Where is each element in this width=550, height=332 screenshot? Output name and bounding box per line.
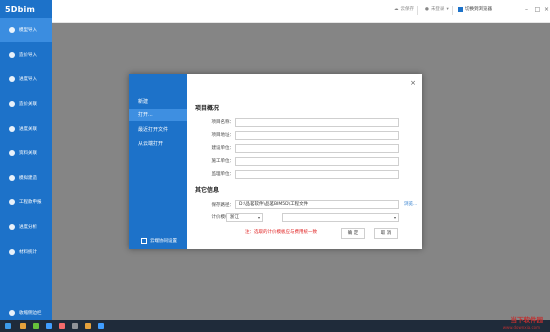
app-icon[interactable]: [59, 323, 65, 329]
save-path-input[interactable]: D:\品茗软件\品茗BIM5D\工程文件: [235, 200, 399, 209]
taskbar: [0, 320, 550, 332]
cloud-icon: ☁: [394, 6, 399, 12]
watermark-title: 当下软件园: [510, 316, 544, 324]
sidebar-item-cost-link[interactable]: 造价关联: [0, 92, 52, 116]
user-login-button[interactable]: ● 未登录 ▾: [425, 6, 449, 13]
divider: [417, 6, 418, 15]
app-icon[interactable]: [33, 323, 39, 329]
sidebar-item-payment[interactable]: 工程款申报: [0, 190, 52, 214]
link-icon: [9, 101, 15, 107]
lock-icon: [141, 238, 147, 244]
user-icon: ●: [425, 6, 429, 12]
owner-unit-input[interactable]: [235, 144, 399, 153]
app-icon[interactable]: [72, 323, 78, 329]
project-name-input[interactable]: [235, 118, 399, 127]
ok-button[interactable]: 确 定: [341, 228, 365, 239]
sidebar-item-simulation[interactable]: 模拟建造: [0, 166, 52, 190]
app-icon[interactable]: [46, 323, 52, 329]
link-icon: [9, 126, 15, 132]
section-title-overview: 项目概况: [195, 105, 220, 112]
cloud-save-button[interactable]: ☁ 云保存: [394, 6, 414, 13]
browser-icon: [458, 6, 463, 12]
divider: [452, 6, 453, 15]
payment-icon: [9, 199, 15, 205]
analysis-icon: [9, 224, 15, 230]
maximize-icon[interactable]: □: [533, 5, 542, 14]
app-icon[interactable]: [20, 323, 26, 329]
field-label: 项目名称：: [211, 120, 235, 125]
cancel-button[interactable]: 取 消: [374, 228, 398, 239]
field-label: 保存路径：: [211, 203, 235, 208]
field-label: 施工单位：: [211, 159, 235, 164]
collapse-sidebar-button[interactable]: 收缩侧边栏: [0, 306, 52, 320]
sidebar-item-schedule-link[interactable]: 进度关联: [0, 117, 52, 141]
stats-icon: [9, 249, 15, 255]
menu-recent-files[interactable]: 最近打开文件: [129, 124, 187, 136]
field-label: 项目地址：: [211, 133, 235, 138]
open-project-dialog: 新建 打开... 最近打开文件 从云端打开 云端协同设置 × 项目概况 项目名称…: [129, 74, 422, 249]
price-icon: [9, 52, 15, 58]
warning-note: 注：选取的计价模板应与费用统一致: [245, 230, 317, 235]
chevron-down-icon: ▾: [393, 215, 396, 220]
dialog-close-icon[interactable]: ×: [410, 79, 416, 87]
menu-open-from-cloud[interactable]: 从云端打开: [129, 138, 187, 150]
pricing-region-select[interactable]: 浙江 ▾: [226, 213, 263, 222]
top-bar: ☁ 云保存 ● 未登录 ▾ 切换到浏览器 – □ ×: [52, 0, 550, 23]
layers-icon: [9, 27, 15, 33]
switch-browser-button[interactable]: 切换到浏览器: [458, 6, 492, 12]
sidebar-item-progress-analysis[interactable]: 进度分析: [0, 215, 52, 239]
collapse-icon: [9, 310, 15, 316]
browse-button[interactable]: 浏览...: [404, 201, 417, 207]
sidebar-item-schedule-import[interactable]: 进度导入: [0, 67, 52, 91]
app-icon[interactable]: [85, 323, 91, 329]
build-icon: [9, 175, 15, 181]
cloud-settings-link[interactable]: 云端协同设置: [141, 238, 177, 244]
dialog-menu: 新建 打开... 最近打开文件 从云端打开 云端协同设置: [129, 74, 187, 249]
menu-new[interactable]: 新建: [129, 96, 187, 108]
sidebar-item-model-import[interactable]: 模型导入: [0, 18, 52, 42]
pricing-template-select[interactable]: ▾: [282, 213, 399, 222]
contractor-input[interactable]: [235, 157, 399, 166]
project-address-input[interactable]: [235, 131, 399, 140]
sidebar: 5Dbim 模型导入 造价导入 进度导入 造价关联 进度关联 资料关联 模拟建造…: [0, 0, 52, 320]
progress-icon: [9, 76, 15, 82]
section-title-other: 其它信息: [195, 187, 220, 194]
document-icon: [9, 150, 15, 156]
menu-open[interactable]: 打开...: [129, 109, 187, 121]
close-icon[interactable]: ×: [542, 5, 550, 14]
sidebar-item-cost-import[interactable]: 造价导入: [0, 43, 52, 67]
field-label: 建设单位：: [211, 146, 235, 151]
chevron-down-icon: ▾: [446, 6, 449, 12]
supervisor-input[interactable]: [235, 170, 399, 179]
watermark-url: www.downxia.com: [502, 325, 540, 330]
sidebar-item-document-link[interactable]: 资料关联: [0, 141, 52, 165]
app-icon[interactable]: [98, 323, 104, 329]
app-logo: 5Dbim: [5, 5, 36, 14]
field-label: 监理单位：: [211, 172, 235, 177]
sidebar-item-material-stats[interactable]: 材料统计: [0, 240, 52, 264]
chevron-down-icon: ▾: [257, 215, 260, 220]
minimize-icon[interactable]: –: [522, 5, 531, 14]
start-icon[interactable]: [5, 323, 11, 329]
